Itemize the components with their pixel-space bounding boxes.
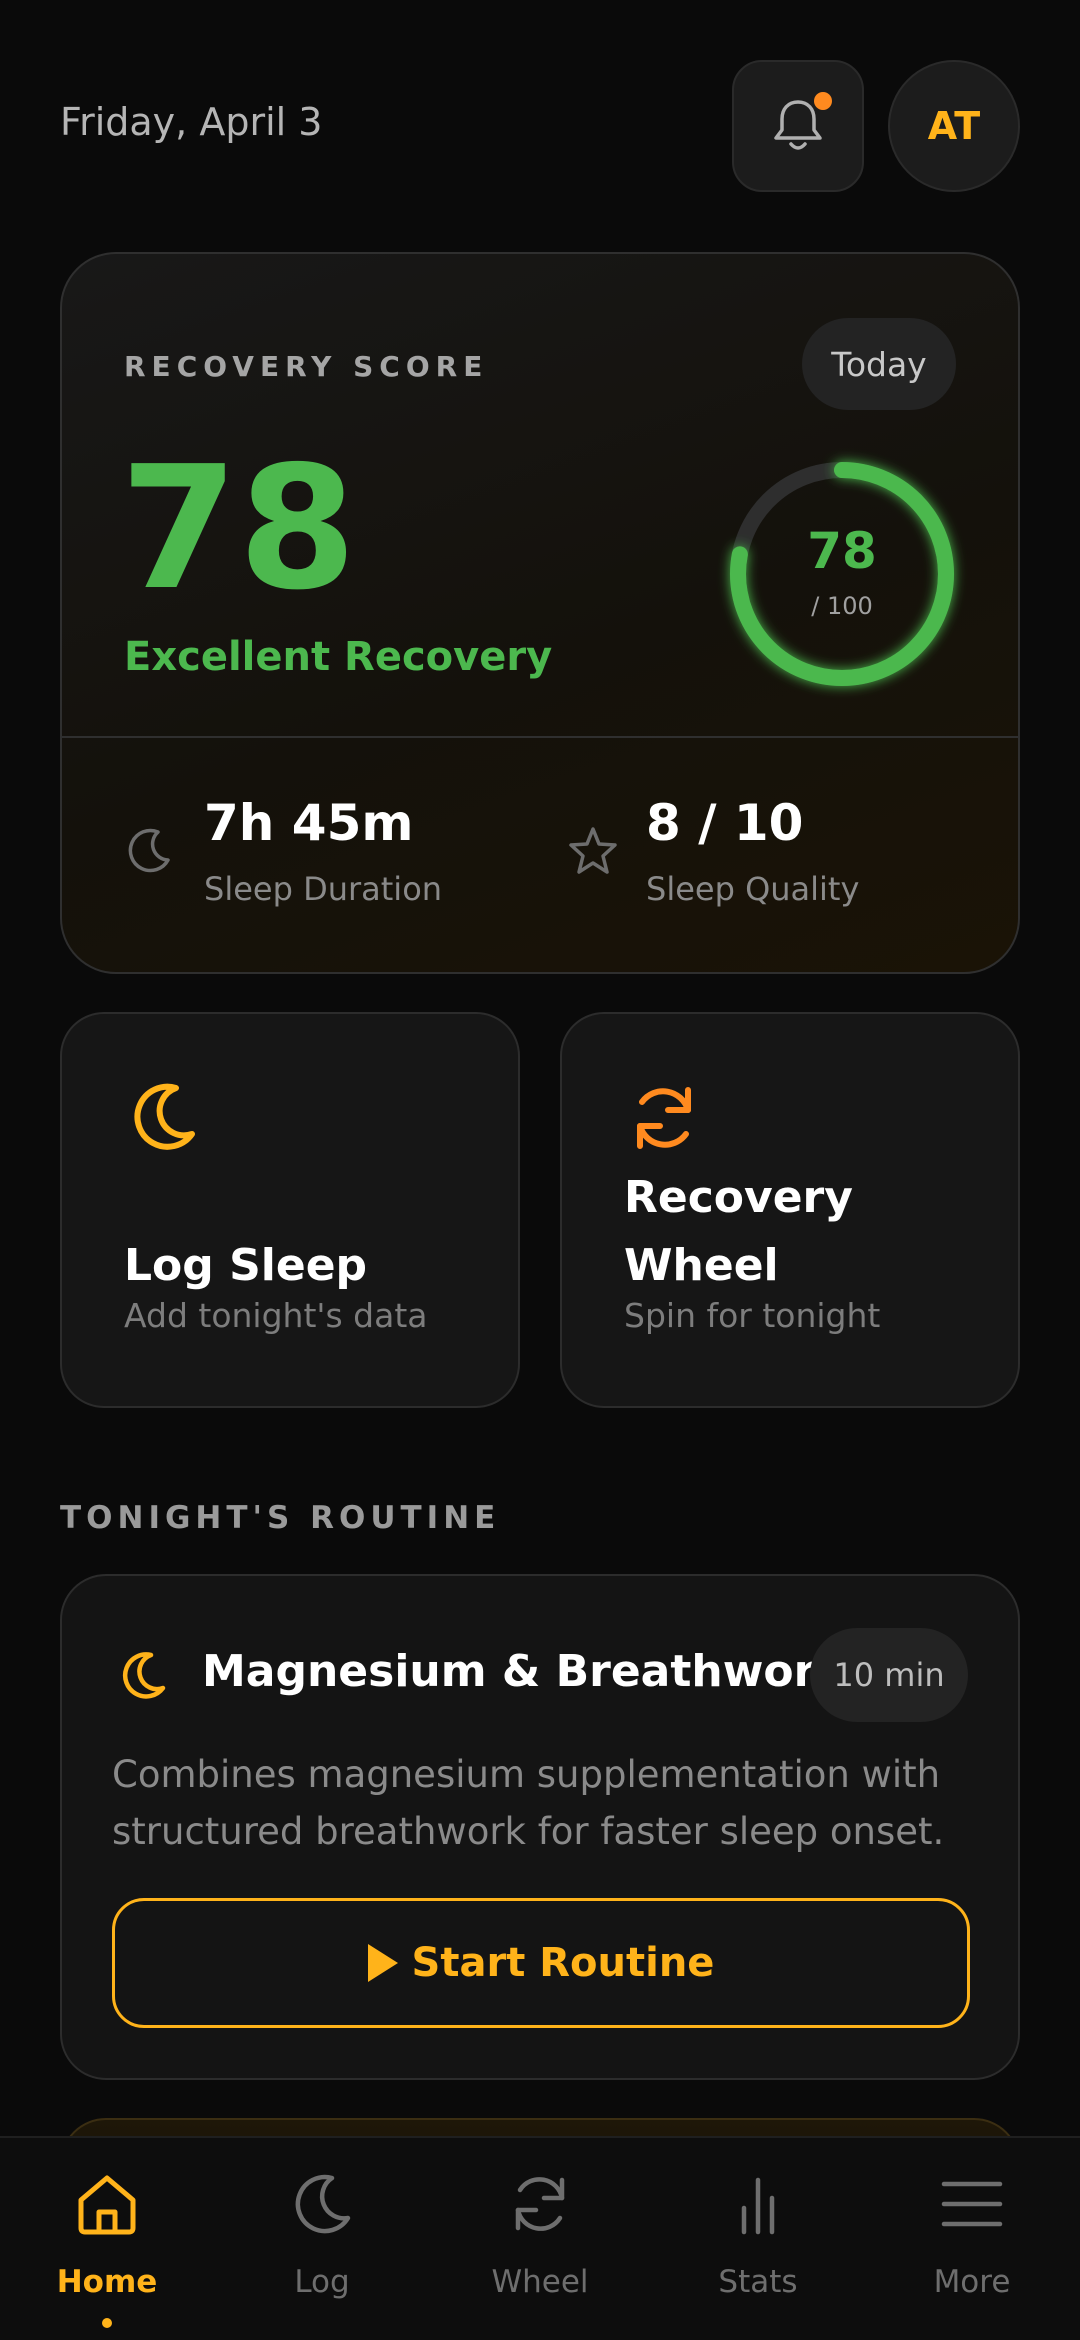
avatar[interactable]: AT [888,60,1020,192]
log-sleep-card[interactable]: Log Sleep Add tonight's data [60,1012,520,1408]
nav-home[interactable]: Home [7,2168,207,2328]
recovery-wheel-card[interactable]: Recovery Wheel Spin for tonight [560,1012,1020,1408]
moon-icon [122,1652,166,1699]
refresh-icon [637,1087,691,1149]
routine-duration-badge: 10 min [810,1628,968,1722]
notification-badge [814,92,832,110]
bar-chart-icon [741,2177,775,2235]
nav-stats[interactable]: Stats [658,2168,858,2328]
nav-wheel[interactable]: Wheel [440,2168,640,2328]
start-routine-button[interactable]: Start Routine [112,1898,970,2028]
sleep-quality-label: Sleep Quality [646,870,860,908]
period-selector[interactable]: Today [802,318,956,410]
card-divider [62,736,1018,738]
star-icon [569,827,617,874]
ring-score-value: 78 [807,522,877,580]
nav-log[interactable]: Log [222,2168,422,2328]
play-icon [367,1944,398,1982]
moon-icon [134,1083,195,1150]
notifications-button[interactable] [732,60,864,192]
moon-icon [295,2174,351,2234]
sleep-duration-value: 7h 45m [204,794,414,852]
ring-score-max: / 100 [811,592,873,620]
home-screen: Friday, April 3 AT RECOVERY SCORE Today … [0,0,1080,2340]
recovery-status: Excellent Recovery [124,634,553,680]
start-routine-label: Start Routine [411,1940,715,1986]
bottom-nav: Home Log Wheel Stats More [0,2136,1080,2340]
log-sleep-subtitle: Add tonight's data [124,1296,428,1335]
sleep-duration-label: Sleep Duration [204,870,443,908]
home-icon [78,2175,136,2235]
routine-card: Magnesium & Breathwork 10 min Combines m… [60,1574,1020,2080]
refresh-icon [515,2177,565,2231]
moon-icon [128,828,170,873]
recovery-score-card[interactable]: RECOVERY SCORE Today 78 Excellent Recove… [60,252,1020,974]
recovery-score-value: 78 [120,430,357,628]
header-date: Friday, April 3 [60,100,323,144]
sleep-quality-value: 8 / 10 [646,794,804,852]
routine-title: Magnesium & Breathwork [202,1646,845,1697]
nav-log-label: Log [294,2264,350,2300]
routine-section-title: TONIGHT'S ROUTINE [60,1500,501,1536]
log-sleep-title: Log Sleep [124,1240,368,1291]
nav-more-label: More [933,2264,1011,2300]
menu-icon [941,2181,1003,2227]
nav-stats-label: Stats [718,2264,798,2300]
nav-more[interactable]: More [872,2168,1072,2328]
routine-description: Combines magnesium supplementation with … [112,1753,945,1853]
nav-wheel-label: Wheel [491,2264,589,2300]
active-indicator [102,2318,112,2328]
nav-home-label: Home [56,2264,158,2300]
recovery-wheel-subtitle: Spin for tonight [624,1296,881,1335]
recovery-wheel-title-line2: Wheel [624,1240,779,1291]
recovery-wheel-title-line1: Recovery [624,1172,853,1223]
recovery-score-label: RECOVERY SCORE [124,350,489,383]
score-ring: 78 / 100 [712,444,972,704]
